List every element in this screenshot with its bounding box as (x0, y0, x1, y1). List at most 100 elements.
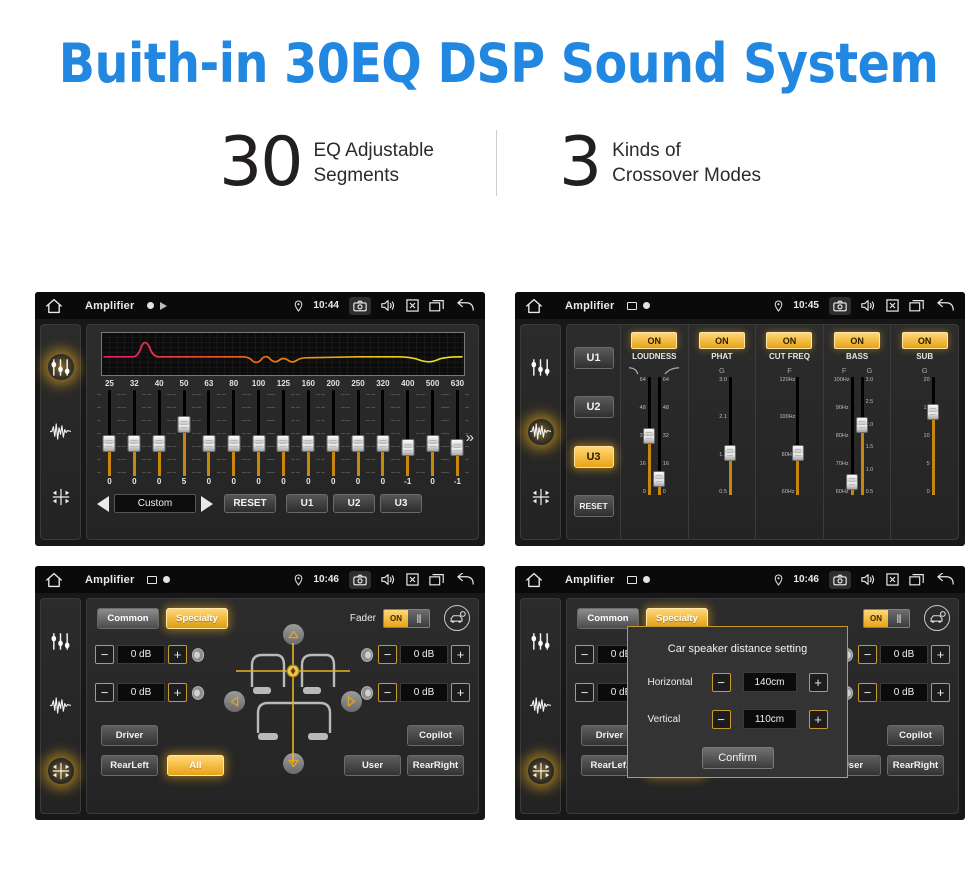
eq-band-thumb[interactable] (301, 434, 315, 452)
level-rear-right[interactable]: − 0 dB + (839, 683, 950, 702)
screen-crossover[interactable]: Amplifier 10:45 U1 U2 U3 RESET ON LOUDNE… (515, 292, 965, 546)
close-box-icon[interactable] (406, 573, 419, 586)
minus-button[interactable]: − (575, 645, 594, 664)
slider[interactable]: 644832160 (631, 377, 656, 495)
seat-button-rearright[interactable]: RearRight (887, 755, 944, 776)
eq-band-track[interactable] (246, 390, 271, 476)
sidebar-item-equalizer[interactable] (528, 354, 554, 380)
eq-band-thumb[interactable] (202, 434, 216, 452)
eq-band[interactable]: 0 (420, 390, 445, 491)
seat-button-driver[interactable]: Driver (101, 725, 158, 746)
sidebar-item-equalizer[interactable] (47, 354, 74, 381)
eq-band-thumb[interactable] (276, 434, 290, 452)
section-toggle[interactable]: ON (901, 332, 948, 349)
slider-thumb[interactable] (653, 470, 666, 487)
section-toggle[interactable]: ON (631, 332, 678, 349)
seat-button-all[interactable]: All (167, 755, 224, 776)
slider-track[interactable] (791, 377, 804, 495)
recents-icon[interactable] (429, 299, 445, 312)
minus-button[interactable]: − (95, 683, 114, 702)
close-box-icon[interactable] (406, 299, 419, 312)
eq-band-thumb[interactable] (227, 434, 241, 452)
eq-band-track[interactable] (395, 390, 420, 476)
eq-slider-bank[interactable]: 0 0 0 5 0 0 0 0 0 0 0 0 -1 0 -1 (95, 390, 472, 491)
volume-icon[interactable] (381, 573, 396, 586)
eq-band-track[interactable] (346, 390, 371, 476)
sidebar-item-waveform[interactable] (527, 418, 554, 445)
slider[interactable]: 644832160 (653, 377, 678, 495)
eq-band-track[interactable] (445, 390, 470, 476)
level-front-right[interactable]: − 0 dB + (359, 645, 470, 664)
minus-button[interactable]: − (858, 645, 877, 664)
more-bands-chevron-icon[interactable]: » (466, 429, 474, 446)
section-sliders[interactable]: 3.0 2.1 1.3 0.5 (712, 377, 737, 495)
camera-icon[interactable] (829, 296, 851, 315)
seat-button-copilot[interactable]: Copilot (407, 725, 464, 746)
seat-button-rearleft[interactable]: RearLeft (101, 755, 158, 776)
section-toggle[interactable]: ON (698, 332, 745, 349)
slider-track[interactable] (856, 377, 869, 495)
section-sliders[interactable]: 644832160644832160 (631, 377, 678, 495)
eq-band-thumb[interactable] (326, 434, 340, 452)
sidebar-item-waveform[interactable] (48, 419, 74, 445)
sidebar-item-balance[interactable] (527, 757, 554, 784)
eq-band-track[interactable] (296, 390, 321, 476)
slider-thumb[interactable] (846, 473, 859, 490)
minus-button[interactable]: − (575, 683, 594, 702)
back-arrow-icon[interactable] (935, 299, 955, 312)
plus-button[interactable]: + (168, 645, 187, 664)
slider-thumb[interactable] (791, 445, 804, 462)
camera-icon[interactable] (349, 296, 371, 315)
screen-speaker-distance[interactable]: Amplifier 10:46 Common Specialty ON ||| … (515, 566, 965, 820)
close-box-icon[interactable] (886, 573, 899, 586)
crossover-section-cut-freq[interactable]: ON CUT FREQ F 120Hz 100Hz 80Hz 60Hz (756, 325, 824, 539)
level-front-left[interactable]: − 0 dB + (95, 645, 206, 664)
preset-name[interactable]: Custom (114, 494, 196, 513)
recents-icon[interactable] (909, 573, 925, 586)
recents-icon[interactable] (909, 299, 925, 312)
eq-band-track[interactable] (370, 390, 395, 476)
crossover-section-loudness[interactable]: ONLOUDNESS644832160644832160 (621, 325, 689, 539)
sidebar-item-balance[interactable] (47, 757, 74, 784)
eq-band-track[interactable] (321, 390, 346, 476)
back-arrow-icon[interactable] (455, 299, 475, 312)
slider-track[interactable] (724, 377, 737, 495)
eq-band-thumb[interactable] (102, 434, 116, 452)
eq-band[interactable]: 0 (246, 390, 271, 491)
volume-icon[interactable] (861, 573, 876, 586)
eq-band-track[interactable] (196, 390, 221, 476)
sidebar-item-balance[interactable] (48, 484, 74, 510)
level-rear-left[interactable]: − 0 dB + (95, 683, 206, 702)
section-sliders[interactable]: 20151050 (915, 377, 940, 495)
minus-button[interactable]: − (858, 683, 877, 702)
eq-band[interactable]: 5 (172, 390, 197, 491)
eq-band-track[interactable] (122, 390, 147, 476)
preset-u1-button[interactable]: U1 (573, 346, 614, 369)
sidebar-item-equalizer[interactable] (528, 628, 554, 654)
level-rear-right[interactable]: − 0 dB + (359, 683, 470, 702)
plus-button[interactable]: + (451, 683, 470, 702)
crossover-section-phat[interactable]: ON PHAT G 3.0 2.1 1.3 0.5 (689, 325, 757, 539)
eq-band[interactable]: 0 (122, 390, 147, 491)
close-box-icon[interactable] (886, 299, 899, 312)
tab-common[interactable]: Common (97, 607, 159, 629)
reset-button[interactable]: RESET (224, 494, 276, 513)
slider-track[interactable] (653, 377, 666, 495)
level-front-right[interactable]: − 0 dB + (839, 645, 950, 664)
eq-band[interactable]: 0 (147, 390, 172, 491)
camera-icon[interactable] (349, 570, 371, 589)
home-icon[interactable] (525, 572, 543, 588)
slider[interactable]: 100Hz 90Hz 80Hz 70Hz 60Hz (834, 377, 859, 495)
section-toggle[interactable]: ON (834, 332, 881, 349)
eq-band[interactable]: 0 (97, 390, 122, 491)
slider-track[interactable] (846, 377, 859, 495)
slider[interactable]: 20151050 (915, 377, 940, 495)
plus-button[interactable]: + (451, 645, 470, 664)
preset-prev-button[interactable] (97, 495, 109, 512)
section-sliders[interactable]: 120Hz 100Hz 80Hz 60Hz (779, 377, 804, 495)
seat-button-user[interactable]: User (344, 755, 401, 776)
section-sliders[interactable]: 100Hz 90Hz 80Hz 70Hz 60Hz 3.0 2.5 2.0 1.5 1.0 0.5 (834, 377, 881, 495)
preset-u3-button[interactable]: U3 (380, 494, 422, 513)
eq-band-thumb[interactable] (252, 434, 266, 452)
slider-thumb[interactable] (856, 416, 869, 433)
